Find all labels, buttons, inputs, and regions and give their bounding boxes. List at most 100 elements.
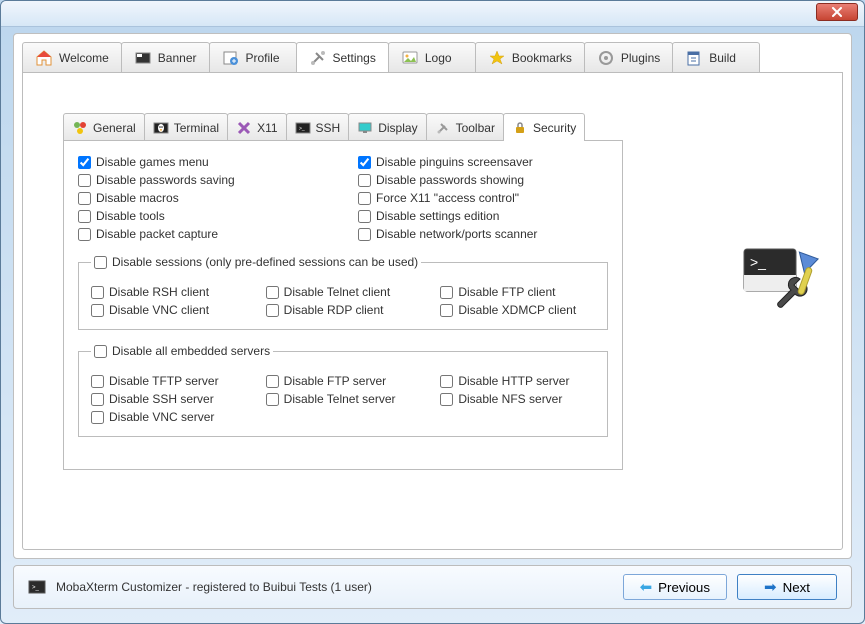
legend-label: Disable sessions (only pre-defined sessi… [112, 255, 418, 269]
checkbox-input[interactable] [440, 375, 453, 388]
checkbox-input[interactable] [358, 156, 371, 169]
checkbox-force-x11-access-control[interactable]: Force X11 "access control" [358, 191, 608, 205]
tab-bookmarks[interactable]: Bookmarks [475, 42, 585, 72]
checkbox-input[interactable] [358, 228, 371, 241]
tab-label: Plugins [621, 51, 660, 65]
tab-settings[interactable]: Settings [296, 42, 389, 72]
checkbox-disable-network-ports-scanner[interactable]: Disable network/ports scanner [358, 227, 608, 241]
checkbox-input[interactable] [358, 210, 371, 223]
next-button[interactable]: ➡ Next [737, 574, 837, 600]
tab-label: Profile [246, 51, 280, 65]
sub-tab-ssh[interactable]: >_ SSH [286, 113, 350, 141]
checkbox-label: Disable network/ports scanner [376, 227, 537, 241]
general-icon [72, 120, 88, 136]
checkbox-label: Disable passwords saving [96, 173, 235, 187]
checkbox-input[interactable] [78, 210, 91, 223]
sub-tab-security[interactable]: Security [503, 113, 585, 141]
sub-tab-label: General [93, 121, 136, 135]
checkbox-input[interactable] [78, 192, 91, 205]
checkbox-input[interactable] [91, 286, 104, 299]
checkbox-input[interactable] [266, 375, 279, 388]
tab-build[interactable]: Build [672, 42, 760, 72]
checkbox-disable-tools[interactable]: Disable tools [78, 209, 328, 223]
app-status-icon: >_ [28, 580, 46, 594]
checkbox-disable-vnc-client[interactable]: Disable VNC client [91, 303, 246, 317]
checkbox-disable-rdp-client[interactable]: Disable RDP client [266, 303, 421, 317]
previous-button[interactable]: ⬅ Previous [623, 574, 727, 600]
tab-label: Welcome [59, 51, 109, 65]
svg-text:>_: >_ [299, 126, 305, 132]
checkbox-disable-pinguins-screensaver[interactable]: Disable pinguins screensaver [358, 155, 608, 169]
checkbox-disable-ftp-server[interactable]: Disable FTP server [266, 374, 421, 388]
security-panel: Disable games menu Disable pinguins scre… [63, 140, 623, 470]
checkbox-disable-telnet-server[interactable]: Disable Telnet server [266, 392, 421, 406]
close-button[interactable] [816, 3, 858, 21]
tab-welcome[interactable]: Welcome [22, 42, 122, 72]
checkbox-label: Disable NFS server [458, 392, 562, 406]
checkbox-disable-tftp-server[interactable]: Disable TFTP server [91, 374, 246, 388]
checkbox-label: Disable TFTP server [109, 374, 219, 388]
sub-tab-display[interactable]: Display [348, 113, 426, 141]
main-panel: Welcome Banner Profile Settings Logo [13, 33, 852, 559]
servers-fieldset: Disable all embedded servers Disable TFT… [78, 344, 608, 437]
checkbox-disable-passwords-saving[interactable]: Disable passwords saving [78, 173, 328, 187]
checkbox-input[interactable] [78, 228, 91, 241]
button-label: Next [783, 580, 810, 595]
checkbox-disable-nfs-server[interactable]: Disable NFS server [440, 392, 595, 406]
tab-logo[interactable]: Logo [388, 42, 476, 72]
checkbox-label: Disable VNC client [109, 303, 209, 317]
checkbox-label: Disable pinguins screensaver [376, 155, 533, 169]
sessions-legend[interactable]: Disable sessions (only pre-defined sessi… [91, 255, 421, 269]
checkbox-input[interactable] [94, 345, 107, 358]
checkbox-input[interactable] [266, 304, 279, 317]
tab-plugins[interactable]: Plugins [584, 42, 673, 72]
sub-tab-bar: General Terminal X11 >_ SSH [63, 113, 623, 141]
home-icon [35, 49, 53, 67]
checkbox-input[interactable] [78, 156, 91, 169]
checkbox-label: Disable RDP client [284, 303, 384, 317]
checkbox-disable-macros[interactable]: Disable macros [78, 191, 328, 205]
sub-tab-label: Terminal [174, 121, 219, 135]
checkbox-input[interactable] [266, 393, 279, 406]
checkbox-input[interactable] [78, 174, 91, 187]
checkbox-disable-xdmcp-client[interactable]: Disable XDMCP client [440, 303, 595, 317]
checkbox-disable-http-server[interactable]: Disable HTTP server [440, 374, 595, 388]
checkbox-disable-settings-edition[interactable]: Disable settings edition [358, 209, 608, 223]
checkbox-input[interactable] [440, 304, 453, 317]
checkbox-disable-telnet-client[interactable]: Disable Telnet client [266, 285, 421, 299]
sub-tab-label: Toolbar [456, 121, 495, 135]
checkbox-input[interactable] [91, 393, 104, 406]
checkbox-input[interactable] [94, 256, 107, 269]
checkbox-label: Disable FTP server [284, 374, 386, 388]
checkbox-input[interactable] [358, 192, 371, 205]
banner-icon [134, 49, 152, 67]
sub-tab-general[interactable]: General [63, 113, 145, 141]
checkbox-input[interactable] [91, 304, 104, 317]
checkbox-disable-packet-capture[interactable]: Disable packet capture [78, 227, 328, 241]
checkbox-label: Disable Telnet client [284, 285, 391, 299]
checkbox-input[interactable] [91, 411, 104, 424]
servers-legend[interactable]: Disable all embedded servers [91, 344, 273, 358]
checkbox-disable-games-menu[interactable]: Disable games menu [78, 155, 328, 169]
logo-icon [401, 49, 419, 67]
checkbox-disable-ftp-client[interactable]: Disable FTP client [440, 285, 595, 299]
checkbox-label: Disable macros [96, 191, 179, 205]
display-icon [357, 120, 373, 136]
checkbox-disable-ssh-server[interactable]: Disable SSH server [91, 392, 246, 406]
checkbox-input[interactable] [358, 174, 371, 187]
sub-tab-label: X11 [257, 121, 277, 135]
checkbox-input[interactable] [440, 393, 453, 406]
tab-profile[interactable]: Profile [209, 42, 297, 72]
sub-tab-x11[interactable]: X11 [227, 113, 286, 141]
checkbox-input[interactable] [266, 286, 279, 299]
checkbox-label: Disable settings edition [376, 209, 499, 223]
checkbox-input[interactable] [91, 375, 104, 388]
sub-tab-terminal[interactable]: Terminal [144, 113, 228, 141]
checkbox-disable-rsh-client[interactable]: Disable RSH client [91, 285, 246, 299]
checkbox-disable-vnc-server[interactable]: Disable VNC server [91, 410, 246, 424]
sub-tab-toolbar[interactable]: Toolbar [426, 113, 504, 141]
checkbox-input[interactable] [440, 286, 453, 299]
legend-label: Disable all embedded servers [112, 344, 270, 358]
tab-banner[interactable]: Banner [121, 42, 210, 72]
checkbox-disable-passwords-showing[interactable]: Disable passwords showing [358, 173, 608, 187]
